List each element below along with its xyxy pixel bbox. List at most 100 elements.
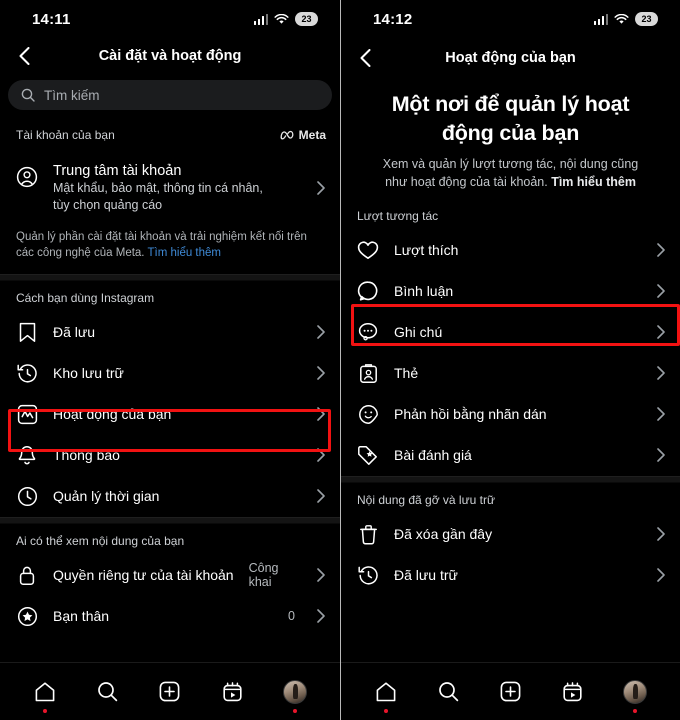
cellular-signal-icon [253,13,268,25]
notification-dot [632,708,637,713]
row-luot-thich[interactable]: Lượt thích [341,230,680,271]
bookmark-icon [16,321,38,343]
row-the[interactable]: Thẻ [341,353,680,394]
cellular-signal-icon [593,13,608,25]
back-chevron-icon[interactable] [14,46,34,66]
clock-icon [16,485,38,507]
tab-reels[interactable] [556,675,590,709]
tag-card-icon [357,362,379,384]
search-icon [21,88,35,102]
tab-search[interactable] [91,675,125,709]
notification-dot [384,708,389,713]
star-circle-icon [16,605,38,627]
nav-header: Cài đặt và hoạt động [0,38,340,74]
page-title: Cài đặt và hoạt động [98,48,242,64]
status-bar: 14:12 23 [341,0,680,38]
visibility-section-header: Ai có thể xem nội dung của bạn [16,533,185,548]
row-label: Bình luận [394,283,454,300]
row-label: Bạn thân [53,608,110,625]
row-thong-bao[interactable]: Thông báo [0,435,340,476]
account-center-text: Trung tâm tài khoản Mật khẩu, bảo mật, t… [53,163,301,213]
account-section-label: Tài khoản của bạn [16,127,115,142]
profile-avatar [282,679,307,704]
row-binh-luan[interactable]: Bình luận [341,271,680,312]
row-value: Công khai [248,561,279,590]
account-section-header: Tài khoản của bạn Meta [0,114,340,155]
tab-create[interactable] [493,675,527,709]
battery-indicator: 23 [635,12,658,26]
heart-icon [357,239,379,261]
status-time: 14:11 [32,10,71,28]
meta-brand: Meta [280,128,326,142]
row-da-luu-tru[interactable]: Đã lưu trữ [341,555,680,596]
chevron-right-icon [316,407,326,422]
row-da-xoa-gan-day[interactable]: Đã xóa gần đây [341,514,680,555]
account-note: Quản lý phần cài đặt tài khoản và trải n… [0,221,340,274]
row-kho-luu-tru[interactable]: Kho lưu trữ [0,353,340,394]
usage-section-header: Cách bạn dùng Instagram [16,290,155,305]
search-container: Tìm kiếm [0,74,340,114]
tab-profile[interactable] [618,675,652,713]
section-divider [341,475,680,483]
account-center-row[interactable]: Trung tâm tài khoản Mật khẩu, bảo mật, t… [0,155,340,221]
chevron-right-icon [316,489,326,504]
row-phan-hoi-nhan-dan[interactable]: Phản hồi bằng nhãn dán [341,394,680,435]
chevron-right-icon [316,448,326,463]
archive-clock-icon [16,362,38,384]
status-indicators: 23 [593,12,658,26]
row-value: 0 [288,609,295,624]
tab-reels[interactable] [215,675,249,709]
account-center-title: Trung tâm tài khoản [53,163,182,179]
interactions-section-header: Lượt tương tác [357,208,439,223]
lock-icon [16,564,38,586]
notification-dot [43,708,48,713]
hero-title: Một nơi để quản lý hoạt động của bạn [391,92,630,145]
chevron-right-icon [656,527,666,541]
bottom-tab-bar [0,662,340,720]
row-ghi-chu[interactable]: Ghi chú [341,312,680,353]
row-label: Kho lưu trữ [53,365,124,382]
account-center-subtitle: Mật khẩu, bảo mật, thông tin cá nhân, tù… [53,181,263,212]
tab-search[interactable] [431,675,465,709]
chevron-right-icon [316,325,326,340]
row-label: Ghi chú [394,324,443,341]
archive-clock-icon [357,564,379,586]
chevron-right-icon [656,243,666,257]
row-label: Bài đánh giá [394,447,472,464]
meta-infinity-icon [280,130,295,140]
review-tag-icon [357,444,379,466]
row-quan-ly-thoi-gian[interactable]: Quản lý thời gian [0,476,340,517]
row-hoat-dong-cua-ban[interactable]: Hoạt động của bạn [0,394,340,435]
row-ban-than[interactable]: Bạn thân 0 [0,596,340,637]
chevron-right-icon [656,366,666,380]
tab-home[interactable] [369,675,403,713]
row-label: Đã lưu trữ [394,567,458,584]
row-bai-danh-gia[interactable]: Bài đánh giá [341,435,680,476]
hero-description-link[interactable]: Tìm hiểu thêm [551,175,636,189]
back-chevron-icon[interactable] [355,48,375,68]
tab-profile[interactable] [278,675,312,713]
row-label: Quản lý thời gian [53,488,160,505]
search-input[interactable]: Tìm kiếm [8,80,332,110]
chevron-right-icon [656,407,666,421]
status-bar: 14:11 23 [0,0,340,38]
row-quyen-rieng-tu[interactable]: Quyền riêng tư của tài khoản Công khai [0,555,340,596]
chevron-right-icon [316,568,326,583]
profile-avatar [622,679,647,704]
account-note-link[interactable]: Tìm hiểu thêm [148,247,222,259]
page-title: Hoạt động của bạn [445,50,576,66]
sticker-icon [357,403,379,425]
chevron-right-icon [316,181,326,195]
section-divider [0,273,340,281]
wifi-icon [614,13,629,25]
tab-create[interactable] [153,675,187,709]
row-label: Quyền riêng tư của tài khoản [53,567,234,584]
settings-screen: 14:11 23 Cài đặt và hoạt động Tìm kiếm T… [0,0,340,720]
row-label: Đã xóa gần đây [394,526,493,543]
row-da-luu[interactable]: Đã lưu [0,312,340,353]
row-label: Hoạt động của bạn [53,406,172,423]
row-label: Đã lưu [53,324,96,341]
status-indicators: 23 [253,12,318,26]
tab-home[interactable] [28,675,62,713]
bottom-tab-bar [341,662,680,720]
